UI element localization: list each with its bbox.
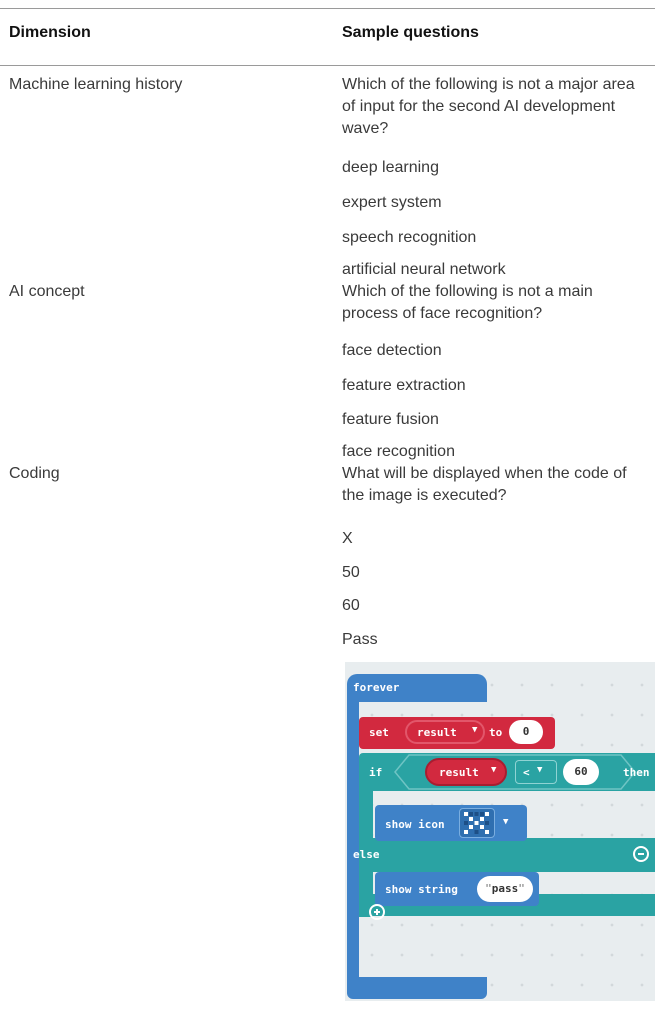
operator-dropdown xyxy=(515,760,557,784)
answer-option: deep learning xyxy=(342,159,439,176)
initial-value-input: 0 xyxy=(509,720,543,744)
string-value-input: "pass" xyxy=(477,876,533,902)
dropdown-arrow-icon: ▼ xyxy=(472,725,478,735)
answer-option: X xyxy=(342,530,353,547)
remove-else-icon xyxy=(633,846,649,862)
else-section xyxy=(359,838,655,872)
answer-option: feature fusion xyxy=(342,411,439,428)
then-label: then xyxy=(623,766,650,779)
answer-option: Pass xyxy=(342,631,378,648)
row-dimension: AI concept xyxy=(9,283,85,300)
header-dimension: Dimension xyxy=(9,24,91,41)
code-blocks-image: forever set result ▼ to 0 if result ▼ < … xyxy=(345,662,655,1001)
string-value: pass xyxy=(491,882,519,895)
dropdown-arrow-icon: ▼ xyxy=(503,817,509,827)
answer-option: speech recognition xyxy=(342,229,477,246)
row-dimension: Machine learning history xyxy=(9,76,183,93)
dropdown-arrow-icon: ▼ xyxy=(537,765,543,775)
answer-option: face recognition xyxy=(342,443,455,460)
operator-label: < xyxy=(523,766,530,779)
answer-option: 60 xyxy=(342,597,360,614)
row-dimension: Coding xyxy=(9,465,60,482)
set-label: set xyxy=(369,726,389,739)
x-pattern-icon xyxy=(464,812,489,834)
header-rule xyxy=(0,65,655,66)
show-icon-label: show icon xyxy=(385,818,445,831)
answer-option: 50 xyxy=(342,564,360,581)
forever-label: forever xyxy=(353,681,400,694)
to-label: to xyxy=(489,726,503,739)
answer-option: feature extraction xyxy=(342,377,466,394)
forever-foot xyxy=(347,977,487,999)
row-question: What will be displayed when the code of … xyxy=(342,465,627,504)
variable-label: result xyxy=(417,726,457,739)
if-label: if xyxy=(369,766,383,779)
led-grid-icon xyxy=(459,808,495,838)
row-question: Which of the following is not a major ar… xyxy=(342,76,635,137)
variable-reporter-label: result xyxy=(439,766,479,779)
top-rule xyxy=(0,8,655,9)
else-label: else xyxy=(353,848,380,861)
answer-option: artificial neural network xyxy=(342,261,506,278)
dropdown-arrow-icon: ▼ xyxy=(491,765,497,775)
header-sample-questions: Sample questions xyxy=(342,24,479,41)
answer-option: face detection xyxy=(342,342,442,359)
add-else-if-icon xyxy=(369,904,385,920)
answer-option: expert system xyxy=(342,194,442,211)
row-question: Which of the following is not a main pro… xyxy=(342,283,593,322)
forever-body xyxy=(347,700,359,980)
show-string-label: show string xyxy=(385,883,458,896)
compare-value-input: 60 xyxy=(563,759,599,785)
